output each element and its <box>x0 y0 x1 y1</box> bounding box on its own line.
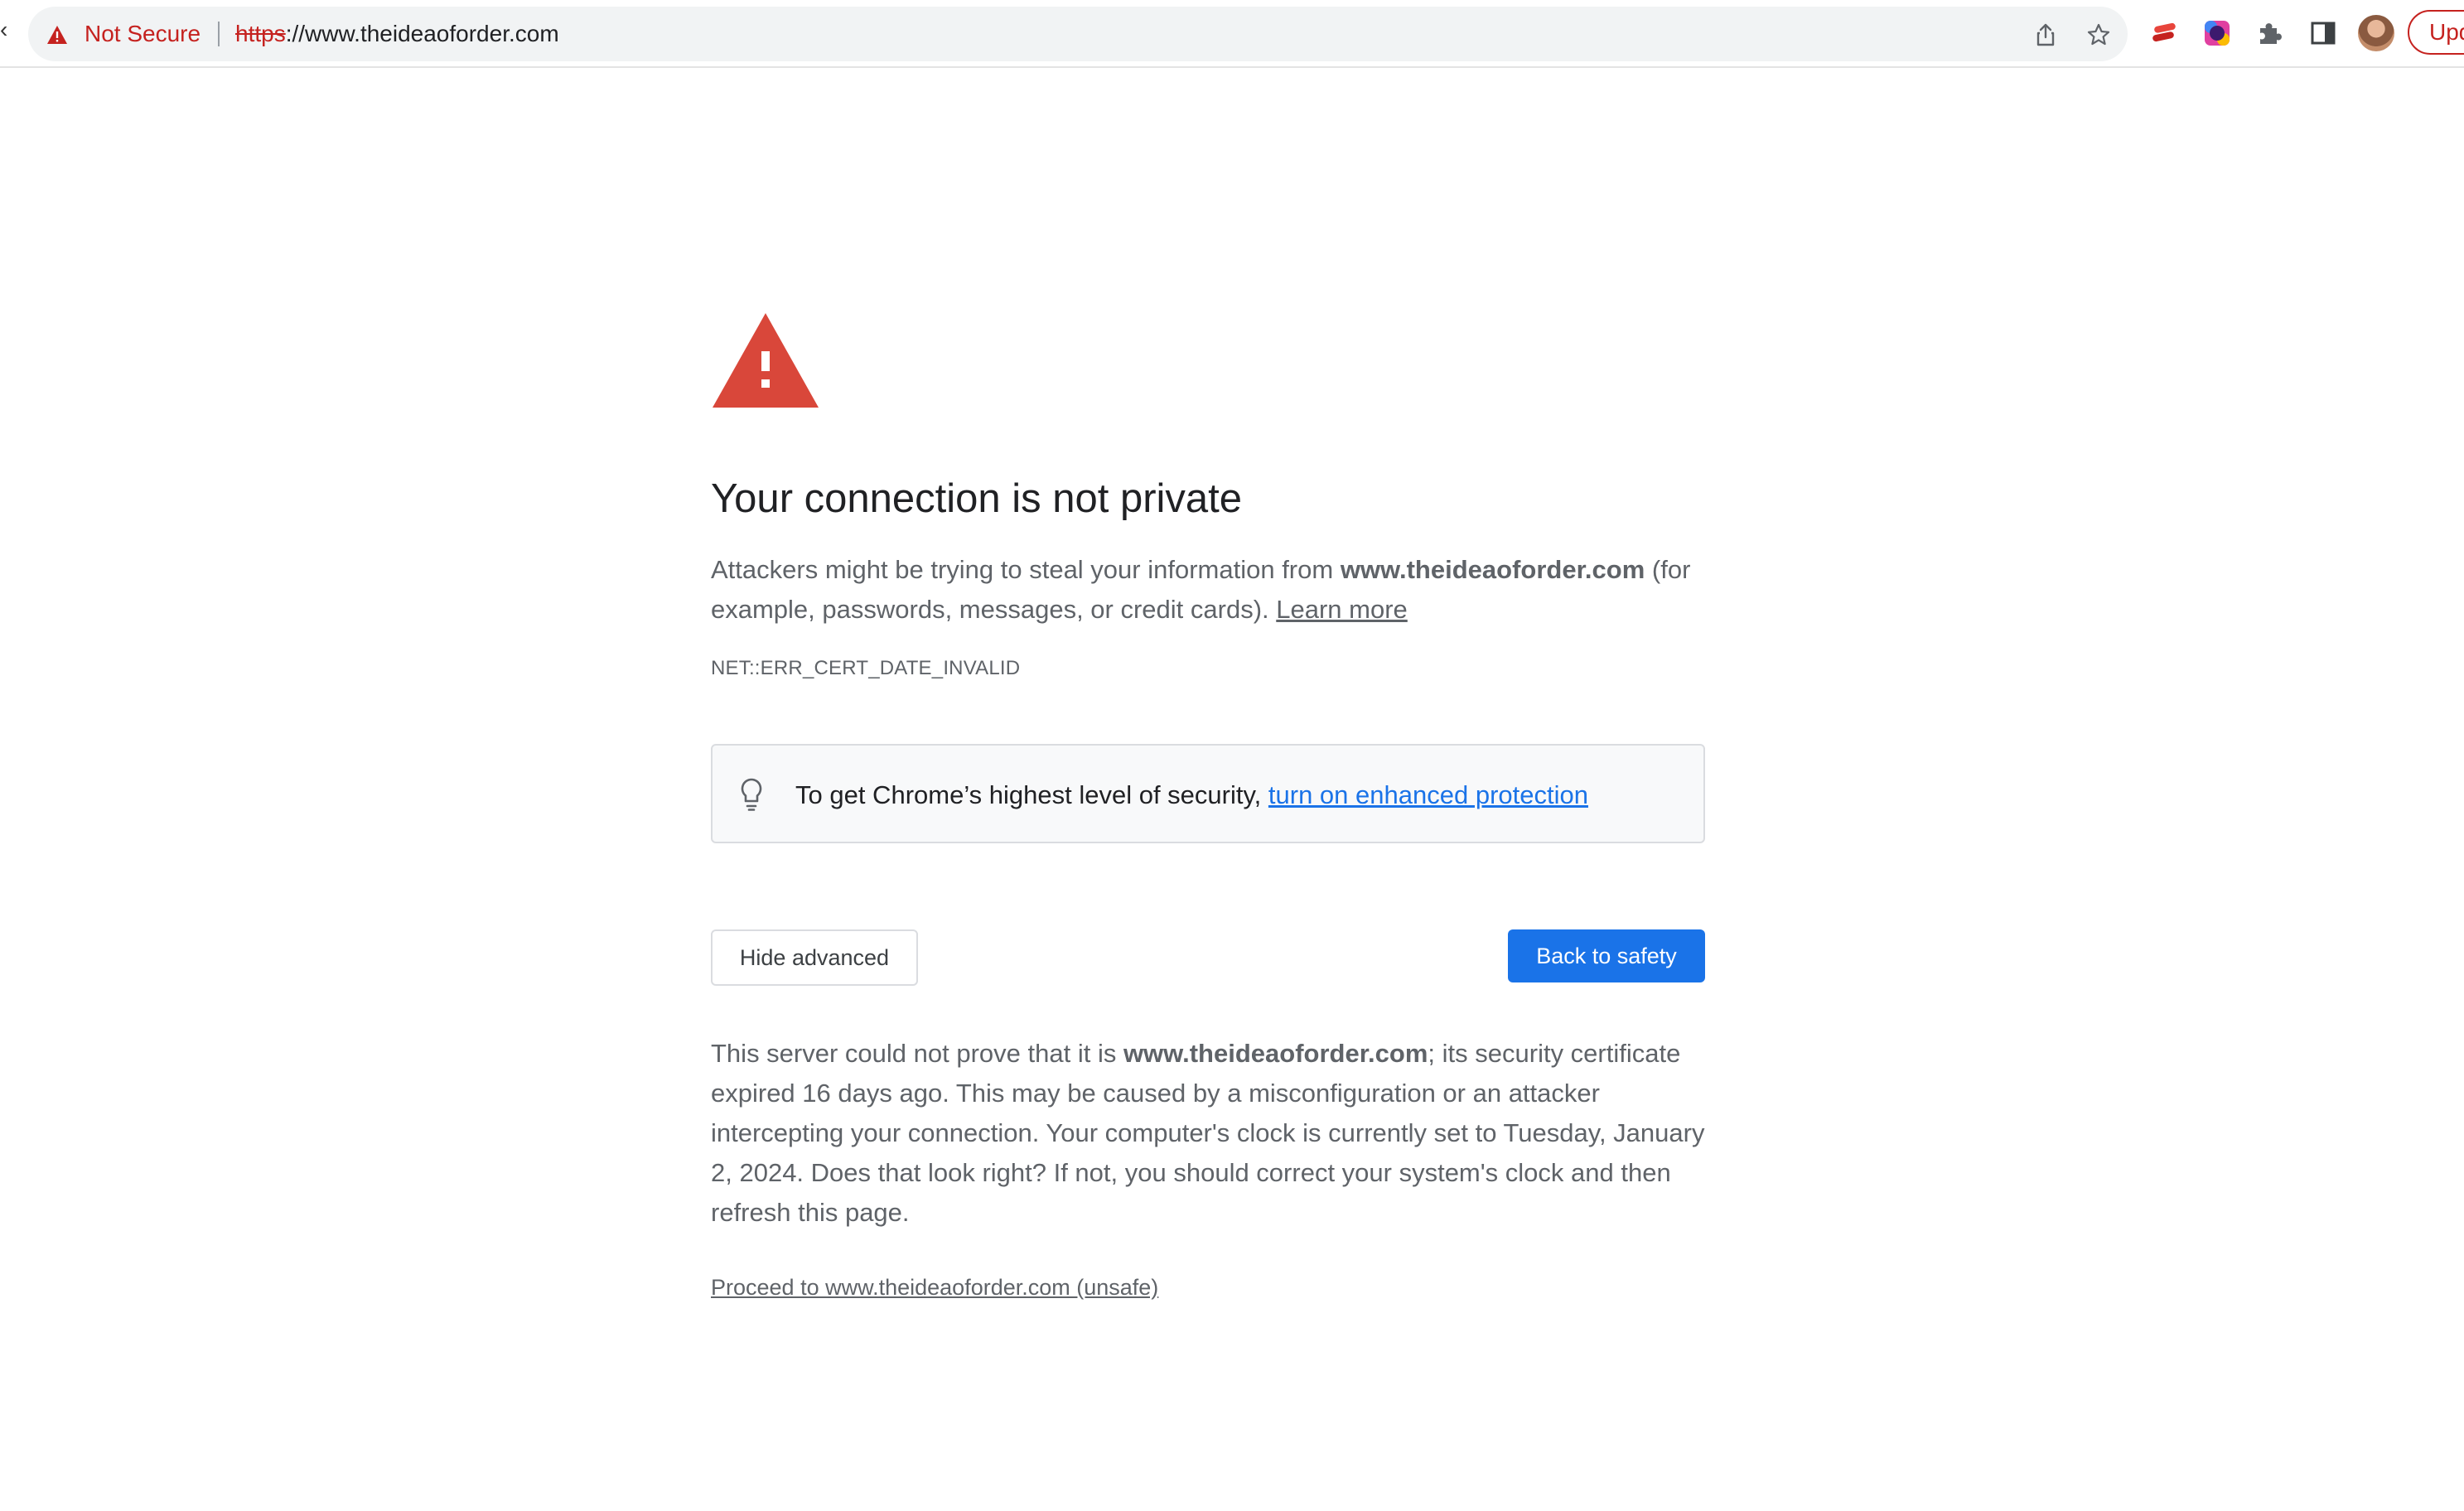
main-message-domain: www.theideaoforder.com <box>1340 555 1645 584</box>
main-message: Attackers might be trying to steal your … <box>711 550 1705 630</box>
browser-toolbar: ‹ Not Secure https://www.theideaoforder.… <box>0 0 2464 68</box>
side-panel-icon[interactable] <box>2308 18 2338 48</box>
url-scheme: https <box>235 21 286 46</box>
red-extension-icon[interactable] <box>2149 18 2179 48</box>
address-bar[interactable]: Not Secure https://www.theideaoforder.co… <box>28 7 2128 61</box>
truncated-back-icon[interactable]: ‹ <box>0 18 7 41</box>
bookmark-star-icon[interactable] <box>2086 22 2111 47</box>
share-icon[interactable] <box>2033 22 2058 47</box>
learn-more-link[interactable]: Learn more <box>1276 595 1408 624</box>
profile-avatar[interactable] <box>2358 15 2394 51</box>
enhanced-protection-text: To get Chrome’s highest level of securit… <box>795 779 1588 812</box>
lightbulb-icon <box>741 778 762 811</box>
url-text[interactable]: https://www.theideaoforder.com <box>235 19 559 49</box>
color-picker-extension-icon[interactable] <box>2202 18 2232 48</box>
proceed-unsafe-link[interactable]: Proceed to www.theideaoforder.com (unsaf… <box>711 1272 1158 1302</box>
enhanced-protection-link[interactable]: turn on enhanced protection <box>1268 780 1588 809</box>
url-host: ://www.theideaoforder.com <box>285 21 559 46</box>
main-message-text: Attackers might be trying to steal your … <box>711 555 1341 584</box>
back-to-safety-button[interactable]: Back to safety <box>1508 929 1705 982</box>
update-button[interactable]: Upd <box>2408 10 2464 55</box>
warning-triangle-icon <box>713 313 819 408</box>
omnibox-divider <box>218 22 220 46</box>
error-code: NET::ERR_CERT_DATE_INVALID <box>711 657 1021 679</box>
details-text: This server could not prove that it is <box>711 1039 1123 1068</box>
page-title: Your connection is not private <box>711 476 1243 521</box>
not-secure-warning-icon[interactable] <box>46 25 68 45</box>
extensions-puzzle-icon[interactable] <box>2255 18 2285 48</box>
enhanced-protection-prefix: To get Chrome’s highest level of securit… <box>795 780 1268 809</box>
enhanced-protection-promo: To get Chrome’s highest level of securit… <box>711 744 1705 843</box>
advanced-details: This server could not prove that it is w… <box>711 1034 1705 1233</box>
hide-advanced-button[interactable]: Hide advanced <box>711 929 918 986</box>
details-domain: www.theideaoforder.com <box>1123 1039 1428 1068</box>
not-secure-chip[interactable]: Not Secure <box>85 19 201 49</box>
